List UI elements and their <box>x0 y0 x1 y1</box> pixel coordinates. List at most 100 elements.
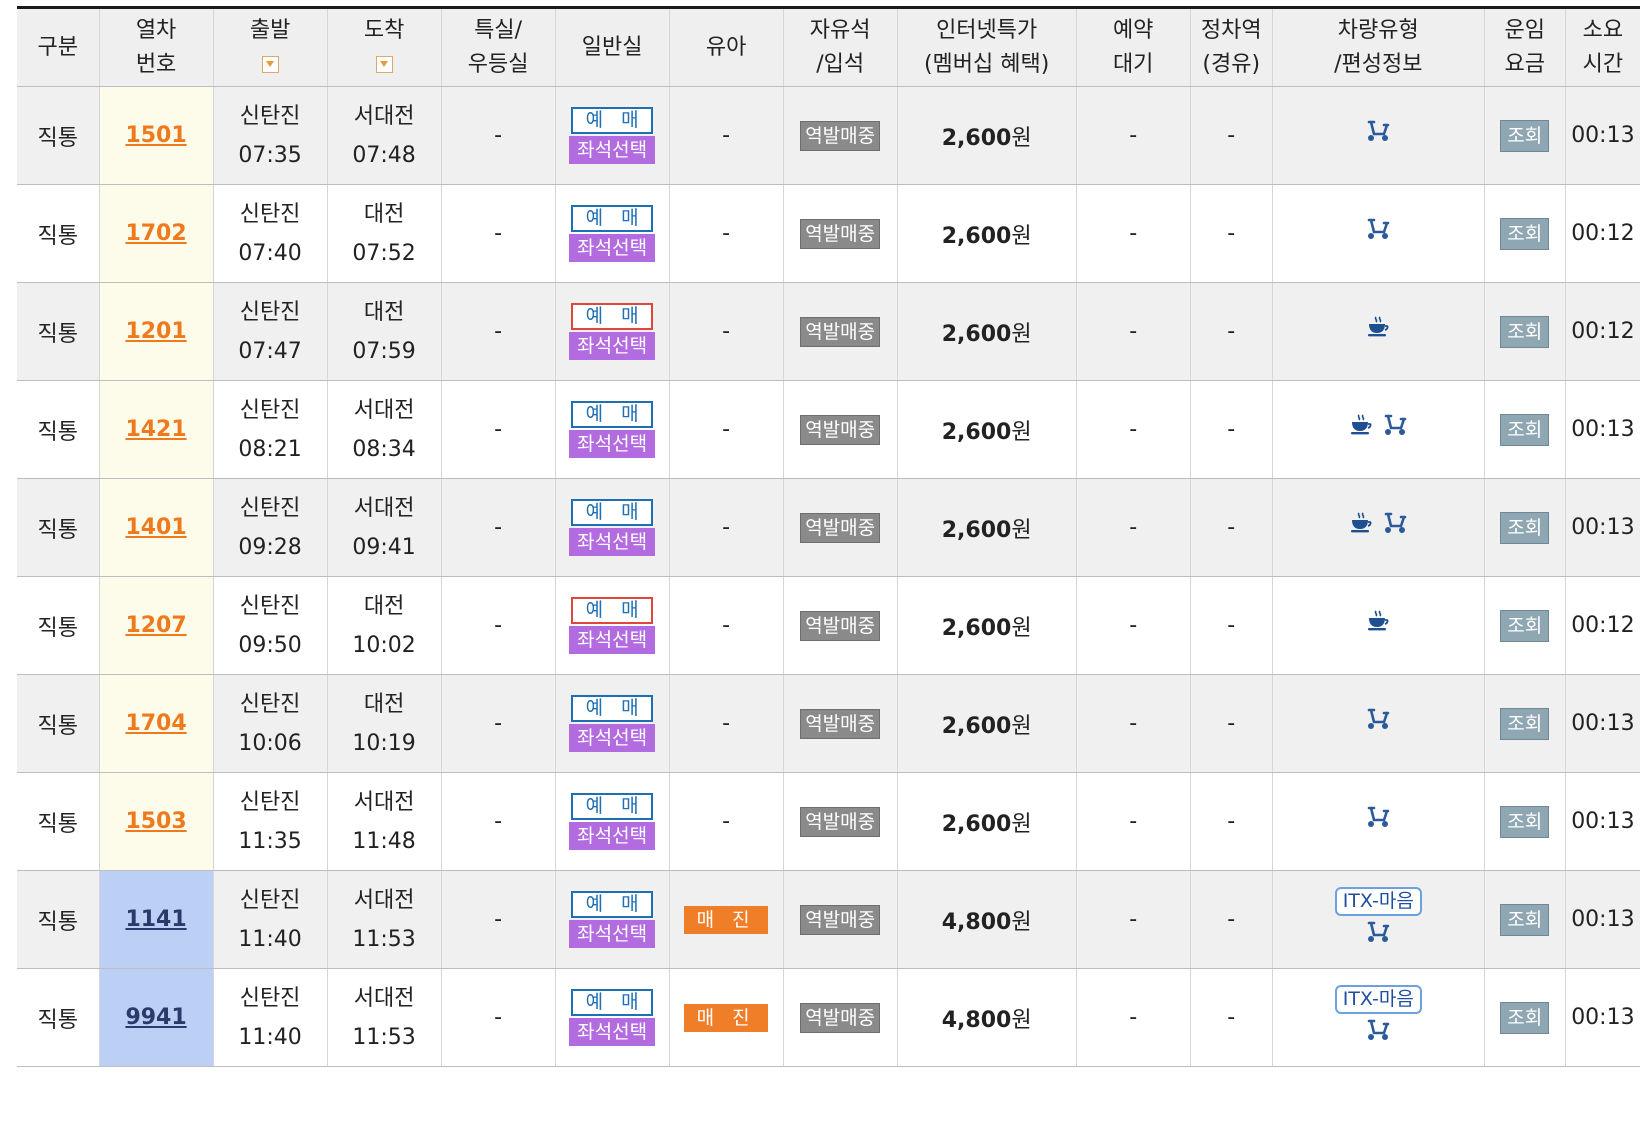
reserve-wait-text: - <box>1129 221 1138 246</box>
seat-select-button[interactable]: 좌석선택 <box>569 724 656 752</box>
category-cell: 직통 <box>17 870 100 969</box>
duration-cell: 00:13 <box>1565 380 1640 479</box>
price-unit: 원 <box>1011 517 1032 543</box>
depart-station: 신탄진 <box>239 887 301 913</box>
train-no-link[interactable]: 9941 <box>125 1005 186 1030</box>
reserve-button[interactable]: 예 매 <box>571 303 654 330</box>
coffee-cup-icon <box>1365 315 1391 348</box>
reserve-button[interactable]: 예 매 <box>571 793 654 820</box>
seat-select-button[interactable]: 좌석선택 <box>569 1018 656 1046</box>
reserve-button[interactable]: 예 매 <box>571 891 654 918</box>
reserve-button[interactable]: 예 매 <box>571 401 654 428</box>
seat-select-button[interactable]: 좌석선택 <box>569 136 656 164</box>
fare-query-button[interactable]: 조회 <box>1500 707 1550 740</box>
price-text: 2,600원 <box>942 714 1032 739</box>
train-no-link[interactable]: 1401 <box>125 515 186 540</box>
seat-select-button[interactable]: 좌석선택 <box>569 430 656 458</box>
fare-query-button[interactable]: 조회 <box>1500 609 1550 642</box>
arrive-station: 서대전 <box>353 789 415 815</box>
train-no-link[interactable]: 1503 <box>125 809 186 834</box>
depart-time: 11:35 <box>238 828 302 854</box>
special-cell: - <box>441 870 556 969</box>
seat-select-button[interactable]: 좌석선택 <box>569 234 656 262</box>
train-no-link[interactable]: 1207 <box>125 613 186 638</box>
bicycle-icon <box>1365 119 1391 152</box>
price-unit: 원 <box>1011 615 1032 641</box>
vehicle-cell <box>1272 772 1485 871</box>
seat-select-button[interactable]: 좌석선택 <box>569 626 656 654</box>
fare-query-button[interactable]: 조회 <box>1500 315 1550 348</box>
train-no-link[interactable]: 1421 <box>125 417 186 442</box>
sort-depart-icon[interactable] <box>261 56 279 73</box>
reserve-wait-cell: - <box>1076 576 1191 675</box>
reserve-wait-cell: - <box>1076 968 1191 1067</box>
general-cell: 예 매 좌석선택 <box>555 282 670 381</box>
reserve-button[interactable]: 예 매 <box>571 695 654 722</box>
arrive-cell: 서대전 09:41 <box>327 478 442 577</box>
free-seat-cell: 역발매중 <box>783 968 898 1067</box>
reserve-button[interactable]: 예 매 <box>571 107 654 134</box>
seat-select-button[interactable]: 좌석선택 <box>569 822 656 850</box>
train-no-link[interactable]: 1704 <box>125 711 186 736</box>
coffee-cup-icon <box>1348 511 1374 544</box>
col-header-internet-price: 인터넷특가 (멤버십 혜택) <box>897 9 1077 87</box>
fare-query-button[interactable]: 조회 <box>1500 217 1550 250</box>
fare-query-button[interactable]: 조회 <box>1500 1001 1550 1034</box>
special-cell: - <box>441 772 556 871</box>
special-seat-text: - <box>494 1005 503 1030</box>
bicycle-icon <box>1365 707 1391 740</box>
stops-text: - <box>1227 613 1236 638</box>
train-no-cell: 1501 <box>99 86 214 185</box>
arrive-cell: 서대전 11:48 <box>327 772 442 871</box>
seat-select-button[interactable]: 좌석선택 <box>569 528 656 556</box>
price-text: 2,600원 <box>942 616 1032 641</box>
col-header-duration: 소요 시간 <box>1565 9 1640 87</box>
duration-text: 00:12 <box>1571 613 1635 638</box>
table-row: 직통 1501 신탄진 07:35 서대전 07:48 - 예 매 좌석선택 - 역… <box>17 86 1640 185</box>
price-text: 4,800원 <box>942 1008 1032 1033</box>
bicycle-icon <box>1365 805 1391 838</box>
infant-status: - <box>722 613 731 638</box>
coffee-cup-icon <box>1348 413 1374 446</box>
price-unit: 원 <box>1011 321 1032 347</box>
reserve-button[interactable]: 예 매 <box>571 597 654 624</box>
price-unit: 원 <box>1011 223 1032 249</box>
station-sale-badge: 역발매중 <box>800 512 881 543</box>
free-seat-cell: 역발매중 <box>783 674 898 773</box>
reserve-button[interactable]: 예 매 <box>571 205 654 232</box>
arrive-station: 서대전 <box>353 887 415 913</box>
category-text: 직통 <box>37 223 79 249</box>
reserve-button[interactable]: 예 매 <box>571 989 654 1016</box>
table-row: 직통 1401 신탄진 09:28 서대전 09:41 - 예 매 좌석선택 - 역… <box>17 478 1640 577</box>
arrive-station: 서대전 <box>353 103 415 129</box>
infant-cell: - <box>669 86 784 185</box>
fare-query-button[interactable]: 조회 <box>1500 413 1550 446</box>
reserve-button[interactable]: 예 매 <box>571 499 654 526</box>
general-cell: 예 매 좌석선택 <box>555 772 670 871</box>
free-seat-cell: 역발매중 <box>783 772 898 871</box>
duration-cell: 00:13 <box>1565 968 1640 1067</box>
fare-query-button[interactable]: 조회 <box>1500 511 1550 544</box>
train-no-link[interactable]: 1501 <box>125 123 186 148</box>
fare-query-button[interactable]: 조회 <box>1500 805 1550 838</box>
seat-select-button[interactable]: 좌석선택 <box>569 920 656 948</box>
fare-query-button[interactable]: 조회 <box>1500 903 1550 936</box>
reserve-wait-text: - <box>1129 319 1138 344</box>
train-no-link[interactable]: 1201 <box>125 319 186 344</box>
train-no-link[interactable]: 1141 <box>125 907 186 932</box>
depart-station: 신탄진 <box>239 299 301 325</box>
fare-query-button[interactable]: 조회 <box>1500 119 1550 152</box>
arrive-station: 서대전 <box>353 397 415 423</box>
special-seat-text: - <box>494 515 503 540</box>
special-seat-text: - <box>494 907 503 932</box>
free-seat-cell: 역발매중 <box>783 380 898 479</box>
arrive-cell: 대전 07:52 <box>327 184 442 283</box>
station-sale-badge: 역발매중 <box>800 218 881 249</box>
duration-cell: 00:13 <box>1565 870 1640 969</box>
sort-arrive-icon[interactable] <box>375 56 393 73</box>
duration-cell: 00:13 <box>1565 86 1640 185</box>
train-no-link[interactable]: 1702 <box>125 221 186 246</box>
price-unit: 원 <box>1011 713 1032 739</box>
seat-select-button[interactable]: 좌석선택 <box>569 332 656 360</box>
reserve-wait-text: - <box>1129 1005 1138 1030</box>
